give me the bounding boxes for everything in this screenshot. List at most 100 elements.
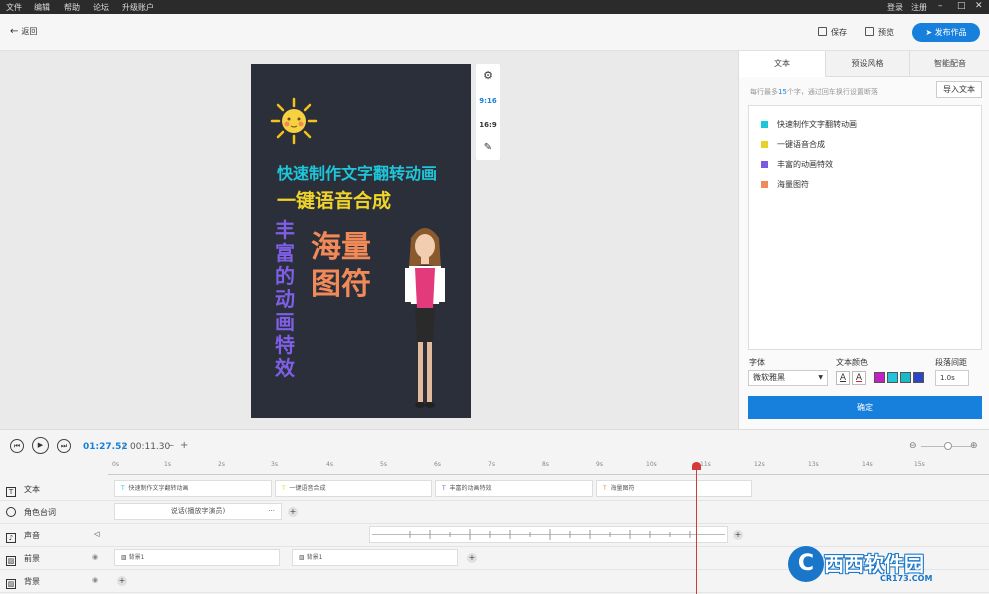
play-icon[interactable]: ▶ [32,437,49,454]
canvas-text-line3[interactable]: 丰富的动画特效 [275,219,299,380]
audio-clip[interactable] [369,526,728,543]
add-sound-button[interactable]: + [733,530,743,540]
menu-help[interactable]: 帮助 [64,2,80,13]
menu-forum[interactable]: 论坛 [93,2,109,13]
import-text-button[interactable]: 导入文本 [936,81,982,98]
add-foreground-button[interactable]: + [467,553,477,563]
track-name: 角色台词 [24,508,56,517]
time-increase-button[interactable]: + [180,440,188,451]
presenter-character[interactable] [397,222,453,414]
register-link[interactable]: 注册 [911,2,927,13]
ratio-9-16-button[interactable]: 9:16 [476,97,500,105]
confirm-button[interactable]: 确定 [748,396,982,419]
ratio-16-9-button[interactable]: 16:9 [476,121,500,129]
preview-icon [865,27,874,36]
ruler-label: 4s [326,461,333,468]
menu-bar: 文件 编辑 帮助 论坛 升级账户 登录 注册 – □ ✕ [0,0,989,14]
clip-label: 海量图符 [610,485,635,492]
hint-prefix: 每行最多 [750,88,778,96]
canvas-text-line1[interactable]: 快速制作文字翻转动画 [277,160,437,184]
color-dot-icon [761,181,768,188]
toolbar: ← 返回 保存 预览 ➤ 发布作品 [0,14,989,51]
color-swatch-cyan[interactable] [887,372,898,383]
color-swatch-blue[interactable] [913,372,924,383]
clip-label: 背景1 [306,554,323,561]
skip-back-icon[interactable]: ⏮ [10,439,24,453]
publish-button[interactable]: ➤ 发布作品 [912,23,980,42]
login-link[interactable]: 登录 [887,2,903,13]
text-clip[interactable]: T 快速制作文字翻转动画 [114,480,272,497]
menu-upgrade[interactable]: 升级账户 [122,2,154,13]
text-line-item[interactable]: 快速制作文字翻转动画 [761,119,857,130]
minimize-icon[interactable]: – [938,1,943,11]
menu-file[interactable]: 文件 [6,2,22,13]
role-clip[interactable]: 说话(播放字演员) ··· [114,503,282,520]
font-color-icon[interactable]: A [836,371,850,385]
tab-preset-style[interactable]: 预设风格 [825,51,909,77]
eye-icon[interactable]: ◉ [92,576,98,584]
music-note-icon: ♪ [6,533,16,543]
zoom-in-icon[interactable]: ⊕ [970,441,978,451]
edit-pen-icon[interactable]: ✎ [476,142,500,153]
foreground-clip[interactable]: ▨ 背景1 [292,549,458,566]
track-label: ♪ 声音 ◁ [6,530,99,543]
save-icon [818,27,827,36]
preview-label: 预览 [878,28,894,37]
waveform-icon [372,529,725,540]
add-role-button[interactable]: + [288,507,298,517]
watermark-logo-icon: C [788,546,824,582]
text-line-item[interactable]: 海量图符 [761,179,809,190]
foreground-clip[interactable]: ▨ 背景1 [114,549,280,566]
add-background-button[interactable]: + [117,576,127,586]
color-swatch-teal[interactable] [900,372,911,383]
maximize-icon[interactable]: □ [957,1,966,11]
highlight-color-icon[interactable]: A [852,371,866,385]
text-clip[interactable]: T 丰富的动画特效 [435,480,593,497]
text-line-item[interactable]: 一键语音合成 [761,139,825,150]
text-clip[interactable]: T 一键语音合成 [275,480,432,497]
preview-button[interactable]: 预览 [865,27,894,38]
more-icon[interactable]: ··· [268,504,275,519]
track-label: 角色台词 [6,507,56,518]
skip-forward-icon[interactable]: ⏭ [57,439,71,453]
font-select[interactable]: 微软雅黑 ▼ [748,370,828,386]
ruler-label: 5s [380,461,387,468]
sun-sticker-icon[interactable] [269,96,319,146]
tab-text[interactable]: 文本 [739,51,825,77]
canvas-text-line2[interactable]: 一键语音合成 [277,186,391,213]
zoom-slider-handle[interactable] [944,442,952,450]
settings-gear-icon[interactable]: ⚙ [476,69,500,82]
zoom-out-icon[interactable]: ⊖ [909,441,917,451]
text-list-box[interactable]: 快速制作文字翻转动画 一键语音合成 丰富的动画特效 海量图符 [748,105,982,350]
playhead[interactable] [696,462,697,594]
track-role: 角色台词 说话(播放字演员) ··· + [0,501,989,524]
ruler-label: 13s [808,461,819,468]
hatch-layer-icon: ▨ [6,556,16,566]
color-dot-icon [761,121,768,128]
speaker-icon[interactable]: ◁ [94,530,99,538]
menu-edit[interactable]: 编辑 [34,2,50,13]
ruler-label: 3s [271,461,278,468]
text-line-item[interactable]: 丰富的动画特效 [761,159,833,170]
canvas-text-line4b[interactable]: 图符 [311,259,371,303]
text-clip[interactable]: T 海量图符 [596,480,752,497]
time-decrease-button[interactable]: – [169,440,174,451]
time-ruler[interactable]: 0s 1s 2s 3s 4s 5s 6s 7s 8s 9s 10s 11s 12… [108,459,989,475]
hatch-layer-icon: ▨ [299,554,305,561]
current-time: 01:27.52 [83,442,128,452]
spacing-stepper[interactable]: 1.0s [935,370,969,386]
close-icon[interactable]: ✕ [975,1,983,11]
spacing-value: 1.0s [940,374,955,382]
text-line-label: 快速制作文字翻转动画 [777,120,857,129]
ruler-label: 2s [218,461,225,468]
eye-icon[interactable]: ◉ [92,553,98,561]
hint-num: 15 [778,88,787,96]
tab-smart-voice[interactable]: 智能配音 [909,51,989,77]
video-canvas[interactable]: 快速制作文字翻转动画 一键语音合成 丰富的动画特效 海量 图符 [251,64,471,418]
color-dot-icon [761,141,768,148]
playhead-handle[interactable] [692,462,701,470]
save-button[interactable]: 保存 [818,27,847,38]
color-swatch-magenta[interactable] [874,372,885,383]
time-separator: / [122,442,126,452]
back-button[interactable]: ← 返回 [10,26,37,37]
